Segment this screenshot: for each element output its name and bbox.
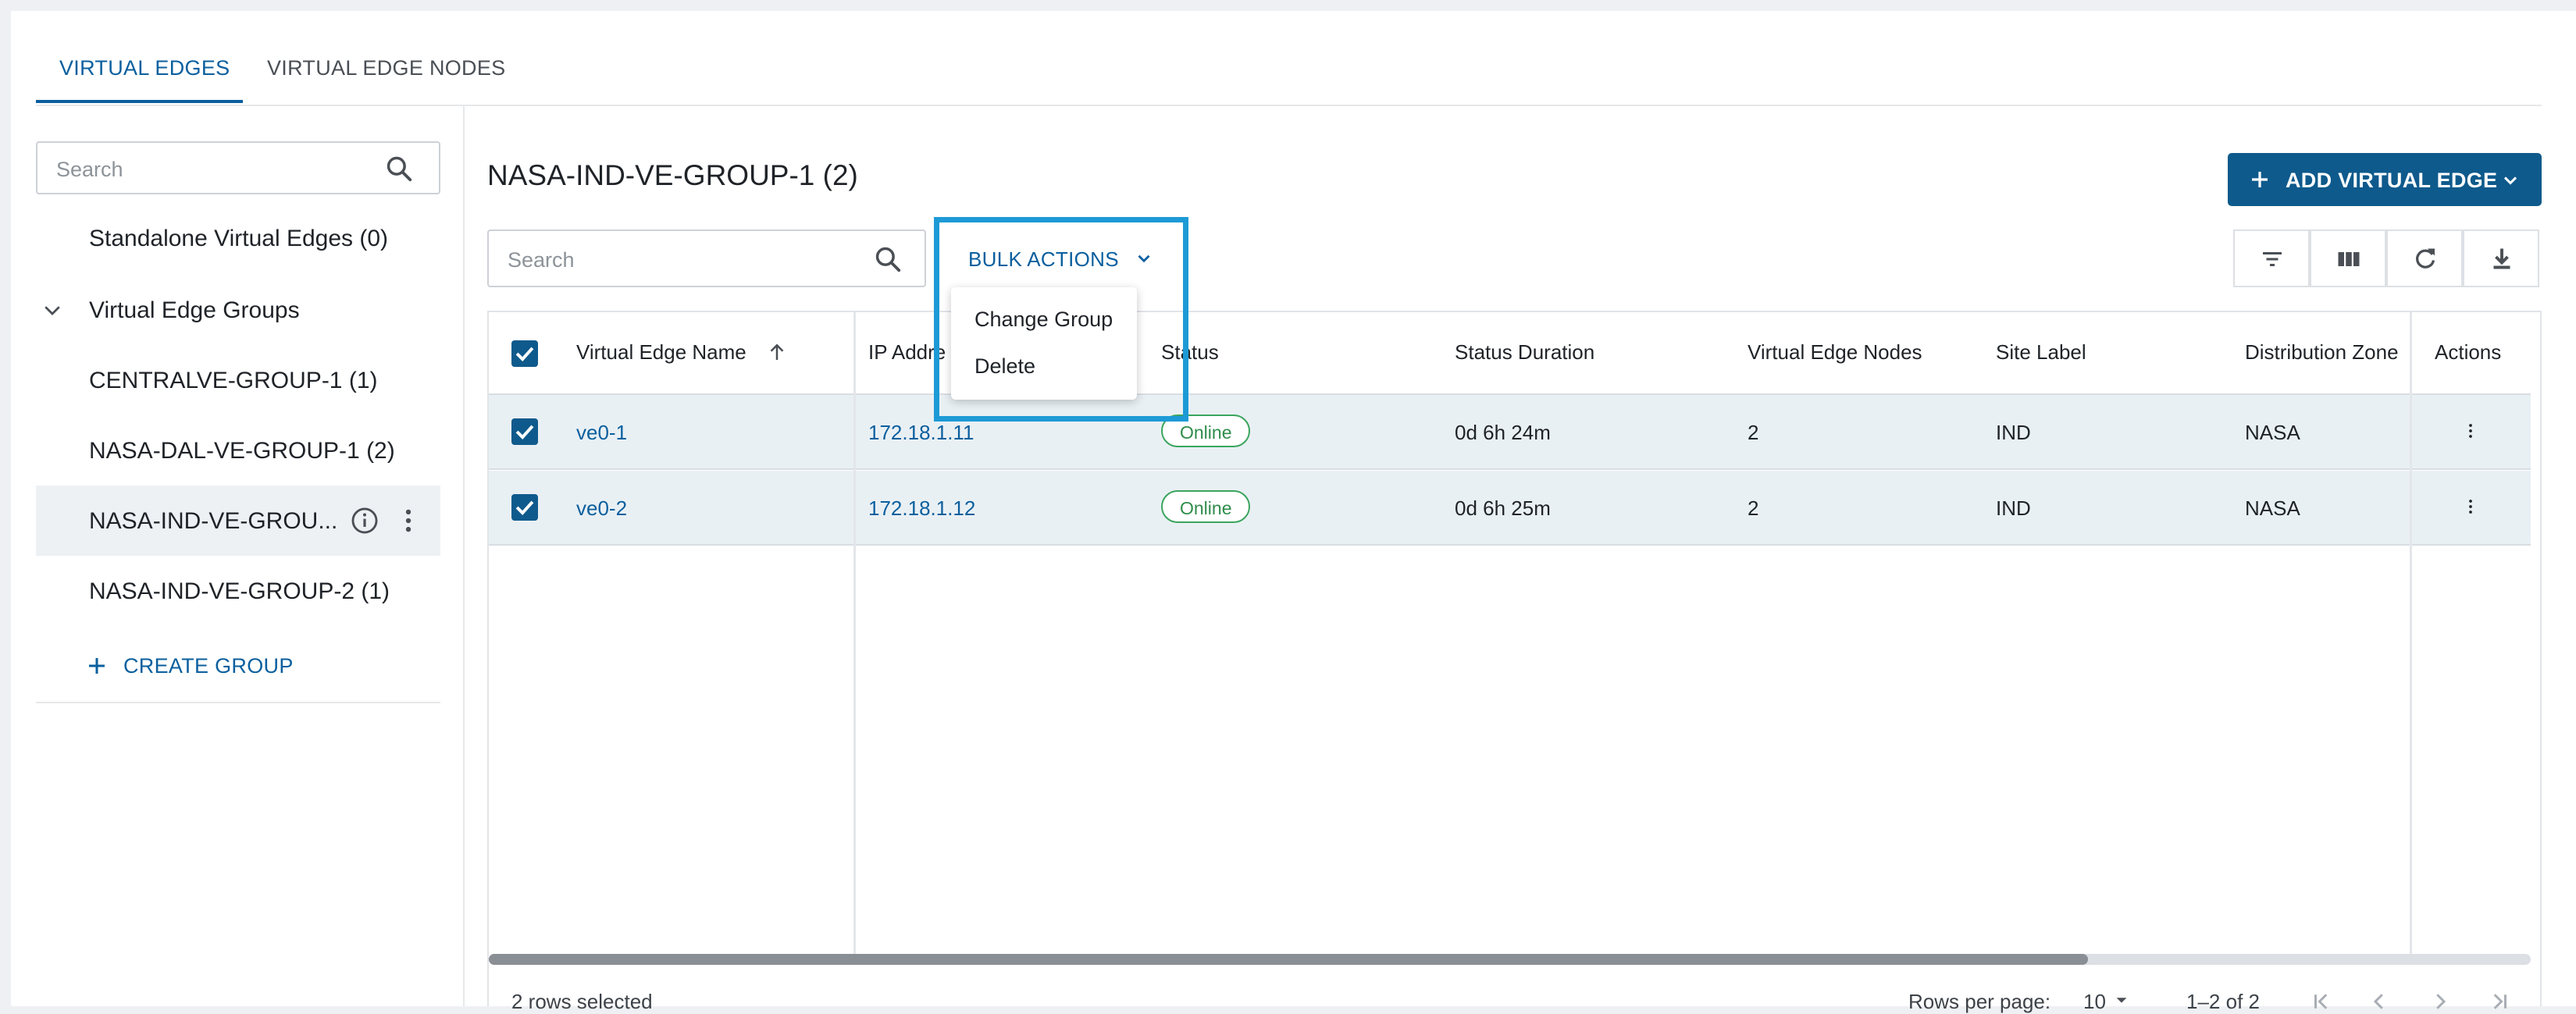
next-page-icon[interactable] <box>2428 990 2452 1013</box>
table-search-placeholder: Search <box>508 248 575 272</box>
column-divider <box>2410 312 2412 954</box>
row-divider <box>489 468 2531 470</box>
filter-button[interactable] <box>2233 229 2310 287</box>
chevron-down-icon[interactable] <box>41 298 64 322</box>
search-icon[interactable] <box>384 154 414 183</box>
sidebar-item-group[interactable]: CENTRALVE-GROUP-1 (1) <box>89 368 378 394</box>
rows-selected-text: 2 rows selected <box>511 990 653 1013</box>
first-page-icon[interactable] <box>2310 990 2333 1013</box>
ip-address-link[interactable]: 172.18.1.12 <box>868 496 975 521</box>
plus-icon <box>2248 168 2271 191</box>
page-title: NASA-IND-VE-GROUP-1 (2) <box>487 159 858 191</box>
sidebar-divider-bottom <box>36 702 440 703</box>
add-virtual-edge-label: ADD VIRTUAL EDGE <box>2286 169 2498 192</box>
add-virtual-edge-button[interactable]: ADD VIRTUAL EDGE <box>2228 153 2542 206</box>
sidebar-search-input[interactable]: Search <box>36 141 440 194</box>
sidebar-item-group[interactable]: NASA-DAL-VE-GROUP-1 (2) <box>89 438 395 464</box>
tab-virtual-edges[interactable]: VIRTUAL EDGES <box>59 56 230 80</box>
tabs-divider <box>36 105 2542 106</box>
columns-button[interactable] <box>2310 229 2386 287</box>
create-group-link[interactable]: CREATE GROUP <box>123 654 294 678</box>
refresh-button[interactable] <box>2386 229 2463 287</box>
download-icon <box>2488 245 2516 273</box>
tab-virtual-edge-nodes[interactable]: VIRTUAL EDGE NODES <box>267 56 505 80</box>
status-badge: Online <box>1161 490 1251 523</box>
site-label-cell: IND <box>1996 496 2031 520</box>
refresh-icon <box>2411 245 2439 273</box>
column-header-name[interactable]: Virtual Edge Name <box>576 340 746 365</box>
sidebar-item-group[interactable]: NASA-IND-VE-GROU... <box>89 508 337 535</box>
virtual-edge-link[interactable]: ve0-2 <box>576 496 627 521</box>
site-label-cell: IND <box>1996 421 2031 444</box>
chevron-down-icon <box>2499 169 2521 191</box>
row-checkbox[interactable] <box>511 418 538 445</box>
pagination-range: 1–2 of 2 <box>2186 990 2260 1013</box>
status-duration-cell: 0d 6h 24m <box>1455 421 1551 444</box>
column-header-actions: Actions <box>2435 340 2502 364</box>
more-vertical-icon[interactable] <box>394 506 423 535</box>
sidebar-item-group[interactable]: NASA-IND-VE-GROUP-2 (1) <box>89 578 390 605</box>
rows-per-page-label: Rows per page: <box>1908 990 2051 1013</box>
last-page-icon[interactable] <box>2488 990 2511 1013</box>
row-actions-icon[interactable] <box>2460 496 2482 518</box>
info-icon[interactable] <box>350 506 379 535</box>
column-divider <box>853 312 856 954</box>
plus-icon[interactable] <box>85 654 109 678</box>
status-duration-cell: 0d 6h 25m <box>1455 496 1551 520</box>
sidebar-divider <box>463 106 465 1006</box>
column-header-site-label[interactable]: Site Label <box>1996 340 2086 365</box>
download-button[interactable] <box>2463 229 2539 287</box>
nodes-cell: 2 <box>1748 496 1759 520</box>
sidebar-item-standalone[interactable]: Standalone Virtual Edges (0) <box>89 226 388 252</box>
distribution-zone-cell: NASA <box>2245 421 2300 444</box>
row-checkbox[interactable] <box>511 494 538 521</box>
ip-address-link[interactable]: 172.18.1.11 <box>868 421 974 445</box>
rows-per-page-select[interactable]: 10 <box>2083 990 2106 1014</box>
select-all-checkbox[interactable] <box>511 340 538 367</box>
sidebar-groups-header[interactable]: Virtual Edge Groups <box>89 297 300 324</box>
columns-icon <box>2335 245 2363 273</box>
row-actions-icon[interactable] <box>2460 420 2482 442</box>
filter-icon <box>2258 245 2286 273</box>
scrollbar-thumb[interactable] <box>489 954 2088 965</box>
nodes-cell: 2 <box>1748 421 1759 444</box>
search-icon[interactable] <box>873 244 903 274</box>
column-header-distribution-zone[interactable]: Distribution Zone <box>2245 340 2399 365</box>
sort-ascending-icon[interactable] <box>765 340 789 364</box>
table-search-input[interactable]: Search <box>487 229 926 287</box>
previous-page-icon[interactable] <box>2368 990 2391 1013</box>
virtual-edge-link[interactable]: ve0-1 <box>576 421 627 445</box>
sidebar-search-placeholder: Search <box>56 158 123 181</box>
row-divider <box>489 544 2531 546</box>
bulk-actions-highlight <box>934 217 1188 422</box>
column-header-nodes[interactable]: Virtual Edge Nodes <box>1748 340 1922 365</box>
column-header-status-duration[interactable]: Status Duration <box>1455 340 1594 365</box>
active-tab-indicator <box>36 100 243 103</box>
distribution-zone-cell: NASA <box>2245 496 2300 520</box>
